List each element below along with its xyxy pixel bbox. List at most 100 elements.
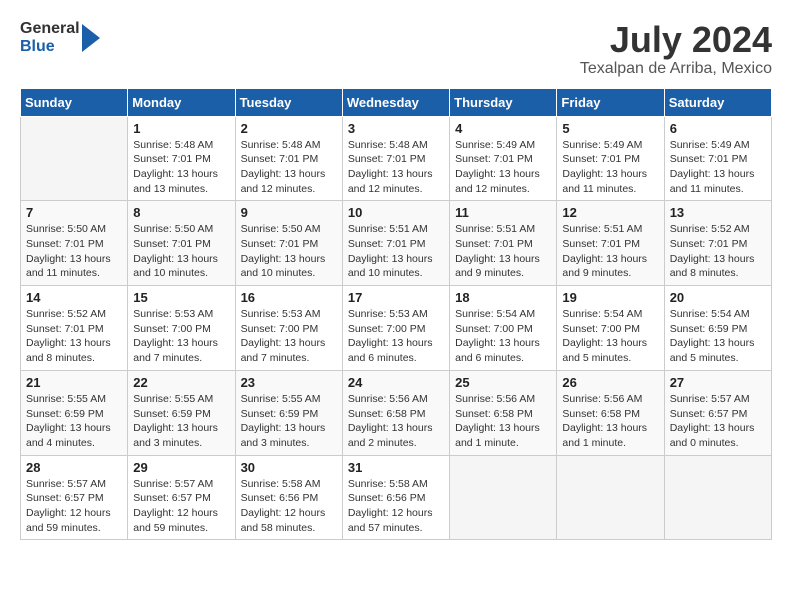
day-number: 21 <box>26 375 122 390</box>
day-detail: Sunrise: 5:54 AM Sunset: 7:00 PM Dayligh… <box>455 307 551 366</box>
calendar-week-row: 28 Sunrise: 5:57 AM Sunset: 6:57 PM Dayli… <box>21 455 772 540</box>
day-detail: Sunrise: 5:57 AM Sunset: 6:57 PM Dayligh… <box>670 392 766 451</box>
calendar-cell: 12Sunrise: 5:51 AM Sunset: 7:01 PM Dayli… <box>557 201 664 286</box>
logo: General Blue <box>20 20 104 57</box>
day-number: 4 <box>455 121 551 136</box>
calendar-week-row: 21 Sunrise: 5:55 AM Sunset: 6:59 PM Dayli… <box>21 370 772 455</box>
calendar-cell: 2Sunrise: 5:48 AM Sunset: 7:01 PM Daylig… <box>235 116 342 201</box>
calendar-cell: 17 Sunrise: 5:53 AM Sunset: 7:00 PM Dayli… <box>342 286 449 371</box>
day-detail: Sunrise: 5:58 AM Sunset: 6:56 PM Dayligh… <box>348 477 444 536</box>
calendar-cell: 28 Sunrise: 5:57 AM Sunset: 6:57 PM Dayli… <box>21 455 128 540</box>
calendar-cell: 4 Sunrise: 5:49 AM Sunset: 7:01 PM Daylig… <box>450 116 557 201</box>
day-detail: Sunrise: 5:49 AM Sunset: 7:01 PM Dayligh… <box>455 138 551 197</box>
calendar-cell: 1 Sunrise: 5:48 AM Sunset: 7:01 PM Daylig… <box>128 116 235 201</box>
day-number: 24 <box>348 375 444 390</box>
day-detail: Sunrise: 5:48 AM Sunset: 7:01 PM Dayligh… <box>241 138 337 197</box>
day-number: 18 <box>455 290 551 305</box>
day-number: 13 <box>670 205 766 220</box>
col-saturday: Saturday <box>664 88 771 116</box>
day-number: 23 <box>241 375 337 390</box>
calendar-cell: 23 Sunrise: 5:55 AM Sunset: 6:59 PM Dayli… <box>235 370 342 455</box>
calendar-cell: 31 Sunrise: 5:58 AM Sunset: 6:56 PM Dayli… <box>342 455 449 540</box>
day-detail: Sunrise: 5:50 AM Sunset: 7:01 PM Dayligh… <box>133 222 229 281</box>
calendar-table: Sunday Monday Tuesday Wednesday Thursday… <box>20 88 772 541</box>
calendar-header-row: Sunday Monday Tuesday Wednesday Thursday… <box>21 88 772 116</box>
day-number: 31 <box>348 460 444 475</box>
col-monday: Monday <box>128 88 235 116</box>
day-number: 14 <box>26 290 122 305</box>
day-detail: Sunrise: 5:50 AM Sunset: 7:01 PM Dayligh… <box>26 222 122 281</box>
day-detail: Sunrise: 5:48 AM Sunset: 7:01 PM Dayligh… <box>133 138 229 197</box>
logo-container: General Blue <box>20 20 104 57</box>
day-detail: Sunrise: 5:49 AM Sunset: 7:01 PM Dayligh… <box>670 138 766 197</box>
page-header: General Blue July 2024 Texalpan de Arrib… <box>20 20 772 78</box>
calendar-cell: 16Sunrise: 5:53 AM Sunset: 7:00 PM Dayli… <box>235 286 342 371</box>
calendar-cell: 20 Sunrise: 5:54 AM Sunset: 6:59 PM Dayli… <box>664 286 771 371</box>
day-detail: Sunrise: 5:53 AM Sunset: 7:00 PM Dayligh… <box>348 307 444 366</box>
calendar-cell: 14 Sunrise: 5:52 AM Sunset: 7:01 PM Dayli… <box>21 286 128 371</box>
day-number: 17 <box>348 290 444 305</box>
col-thursday: Thursday <box>450 88 557 116</box>
day-number: 1 <box>133 121 229 136</box>
day-number: 8 <box>133 205 229 220</box>
day-detail: Sunrise: 5:55 AM Sunset: 6:59 PM Dayligh… <box>26 392 122 451</box>
calendar-cell: 15 Sunrise: 5:53 AM Sunset: 7:00 PM Dayli… <box>128 286 235 371</box>
calendar-cell <box>557 455 664 540</box>
day-number: 19 <box>562 290 658 305</box>
day-number: 6 <box>670 121 766 136</box>
day-detail: Sunrise: 5:53 AM Sunset: 7:00 PM Dayligh… <box>133 307 229 366</box>
day-detail: Sunrise: 5:51 AM Sunset: 7:01 PM Dayligh… <box>348 222 444 281</box>
day-detail: Sunrise: 5:55 AM Sunset: 6:59 PM Dayligh… <box>133 392 229 451</box>
day-number: 30 <box>241 460 337 475</box>
calendar-cell: 19 Sunrise: 5:54 AM Sunset: 7:00 PM Dayli… <box>557 286 664 371</box>
title-block: July 2024 Texalpan de Arriba, Mexico <box>580 20 772 78</box>
day-number: 28 <box>26 460 122 475</box>
logo-blue-text: Blue <box>20 38 55 55</box>
logo-general-text: General <box>20 20 80 37</box>
calendar-cell: 22Sunrise: 5:55 AM Sunset: 6:59 PM Dayli… <box>128 370 235 455</box>
day-detail: Sunrise: 5:48 AM Sunset: 7:01 PM Dayligh… <box>348 138 444 197</box>
day-detail: Sunrise: 5:51 AM Sunset: 7:01 PM Dayligh… <box>455 222 551 281</box>
calendar-cell: 18 Sunrise: 5:54 AM Sunset: 7:00 PM Dayli… <box>450 286 557 371</box>
day-detail: Sunrise: 5:55 AM Sunset: 6:59 PM Dayligh… <box>241 392 337 451</box>
day-number: 29 <box>133 460 229 475</box>
calendar-cell: 21 Sunrise: 5:55 AM Sunset: 6:59 PM Dayli… <box>21 370 128 455</box>
day-detail: Sunrise: 5:51 AM Sunset: 7:01 PM Dayligh… <box>562 222 658 281</box>
day-detail: Sunrise: 5:56 AM Sunset: 6:58 PM Dayligh… <box>348 392 444 451</box>
calendar-cell: 13 Sunrise: 5:52 AM Sunset: 7:01 PM Dayli… <box>664 201 771 286</box>
calendar-cell <box>21 116 128 201</box>
calendar-cell: 8 Sunrise: 5:50 AM Sunset: 7:01 PM Daylig… <box>128 201 235 286</box>
day-number: 15 <box>133 290 229 305</box>
day-detail: Sunrise: 5:52 AM Sunset: 7:01 PM Dayligh… <box>26 307 122 366</box>
col-wednesday: Wednesday <box>342 88 449 116</box>
day-number: 27 <box>670 375 766 390</box>
calendar-week-row: 14 Sunrise: 5:52 AM Sunset: 7:01 PM Dayli… <box>21 286 772 371</box>
calendar-cell <box>664 455 771 540</box>
month-year-title: July 2024 <box>580 20 772 60</box>
day-detail: Sunrise: 5:57 AM Sunset: 6:57 PM Dayligh… <box>26 477 122 536</box>
day-detail: Sunrise: 5:58 AM Sunset: 6:56 PM Dayligh… <box>241 477 337 536</box>
day-detail: Sunrise: 5:54 AM Sunset: 6:59 PM Dayligh… <box>670 307 766 366</box>
calendar-cell: 7 Sunrise: 5:50 AM Sunset: 7:01 PM Daylig… <box>21 201 128 286</box>
day-detail: Sunrise: 5:57 AM Sunset: 6:57 PM Dayligh… <box>133 477 229 536</box>
calendar-cell: 30 Sunrise: 5:58 AM Sunset: 6:56 PM Dayli… <box>235 455 342 540</box>
day-detail: Sunrise: 5:53 AM Sunset: 7:00 PM Dayligh… <box>241 307 337 366</box>
calendar-cell: 26Sunrise: 5:56 AM Sunset: 6:58 PM Dayli… <box>557 370 664 455</box>
day-detail: Sunrise: 5:56 AM Sunset: 6:58 PM Dayligh… <box>455 392 551 451</box>
calendar-cell: 25 Sunrise: 5:56 AM Sunset: 6:58 PM Dayli… <box>450 370 557 455</box>
col-sunday: Sunday <box>21 88 128 116</box>
calendar-week-row: 7 Sunrise: 5:50 AM Sunset: 7:01 PM Daylig… <box>21 201 772 286</box>
day-number: 9 <box>241 205 337 220</box>
col-friday: Friday <box>557 88 664 116</box>
day-detail: Sunrise: 5:54 AM Sunset: 7:00 PM Dayligh… <box>562 307 658 366</box>
day-detail: Sunrise: 5:50 AM Sunset: 7:01 PM Dayligh… <box>241 222 337 281</box>
day-detail: Sunrise: 5:49 AM Sunset: 7:01 PM Dayligh… <box>562 138 658 197</box>
day-number: 10 <box>348 205 444 220</box>
day-detail: Sunrise: 5:52 AM Sunset: 7:01 PM Dayligh… <box>670 222 766 281</box>
day-number: 11 <box>455 205 551 220</box>
day-number: 25 <box>455 375 551 390</box>
calendar-cell: 5Sunrise: 5:49 AM Sunset: 7:01 PM Daylig… <box>557 116 664 201</box>
day-number: 20 <box>670 290 766 305</box>
day-number: 7 <box>26 205 122 220</box>
calendar-cell: 6 Sunrise: 5:49 AM Sunset: 7:01 PM Daylig… <box>664 116 771 201</box>
